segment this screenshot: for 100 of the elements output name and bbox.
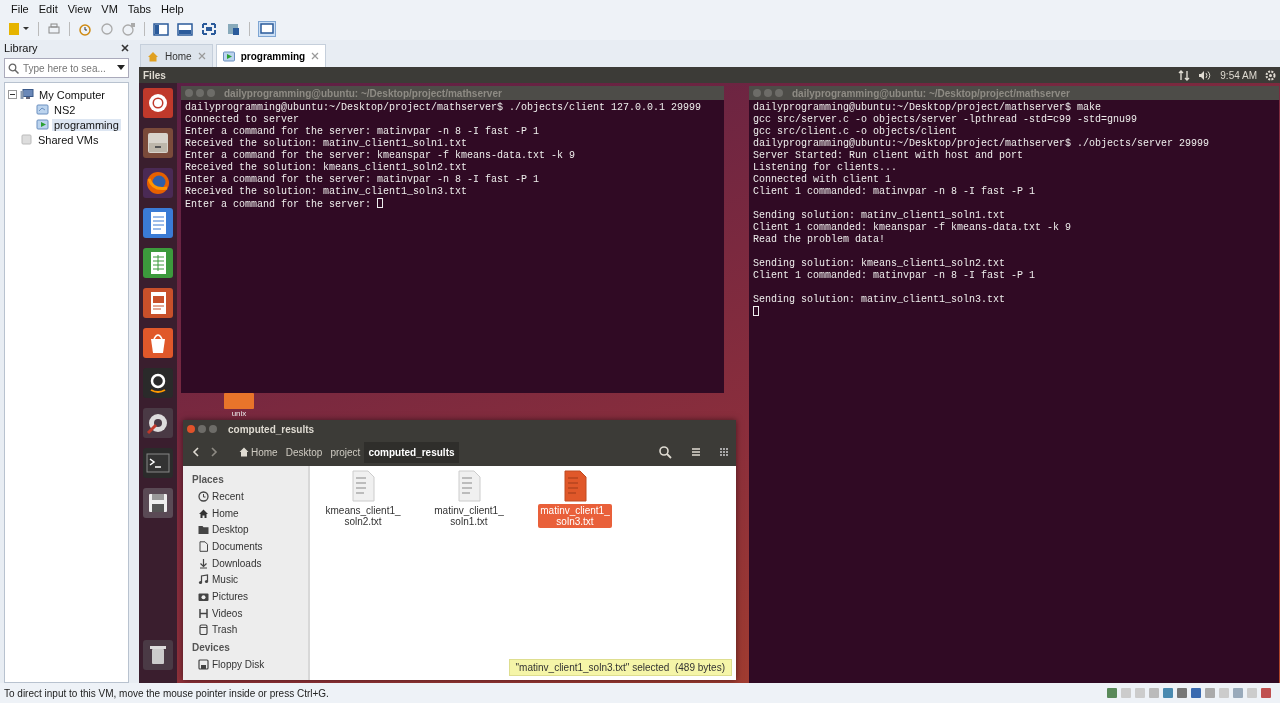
console-view-icon[interactable] — [258, 21, 276, 37]
sidebar-item[interactable]: Downloads — [212, 557, 262, 569]
menu-item[interactable]: Tabs — [122, 3, 157, 15]
file-cabinet-icon[interactable] — [142, 127, 174, 159]
thumbnail-bar-icon[interactable] — [177, 22, 193, 36]
collapse-icon[interactable] — [8, 90, 17, 99]
firefox-icon[interactable] — [142, 167, 174, 199]
sidebar-item[interactable]: Recent — [212, 490, 244, 502]
vm-running-icon — [222, 50, 235, 62]
sidebar-heading: Devices — [192, 640, 231, 655]
search-field[interactable]: Type here to sea... — [4, 58, 129, 78]
terminal-line: Received the solution: matinv_client1_soln3.txt — [185, 186, 469, 198]
sidebar-heading: Places — [192, 472, 225, 487]
document-icon[interactable] — [142, 207, 174, 239]
terminal-line: Listening for clients... — [753, 162, 899, 174]
terminal-line: Connected with client 1 — [753, 174, 893, 186]
tree-item[interactable]: NS2 — [52, 103, 78, 116]
text-cursor — [753, 306, 759, 316]
terminal-icon[interactable] — [142, 447, 174, 479]
sidebar-item[interactable]: Desktop — [212, 524, 249, 536]
sidebar-item[interactable]: Pictures — [212, 590, 249, 602]
sidebar-item[interactable]: Home — [212, 507, 239, 519]
list-view-icon[interactable] — [690, 446, 702, 458]
terminal-line: Enter a command for the server: matinvpar -n 8 -I fast -P 1 — [185, 126, 541, 138]
volume-icon[interactable] — [1198, 69, 1213, 81]
tree-item[interactable]: My Computer — [37, 88, 108, 101]
terminal-line: Connected to server — [185, 114, 301, 126]
window-title: dailyprogramming@ubuntu: ~/Desktop/project/mathserver — [224, 87, 502, 99]
menu-item[interactable]: VM — [96, 3, 123, 15]
text-file-icon[interactable] — [563, 470, 587, 502]
breadcrumb-button[interactable]: Home — [235, 441, 282, 463]
sidebar-item[interactable]: Videos — [212, 607, 243, 619]
download-icon — [198, 557, 209, 569]
terminal-line: Enter a command for the server: — [185, 199, 373, 210]
terminal-line: Read the problem data! — [753, 234, 887, 246]
breadcrumb-button[interactable]: computed_results — [364, 441, 459, 463]
desktop-icon-label[interactable]: unix — [231, 409, 247, 418]
shared-vm-icon — [20, 134, 33, 145]
terminal-line: Received the solution: matinv_client1_soln1.txt — [185, 138, 469, 150]
menu-item[interactable]: View — [62, 3, 97, 15]
ubuntu-logo-icon[interactable] — [142, 87, 174, 119]
trash-icon[interactable] — [142, 639, 174, 671]
tree-item[interactable]: Shared VMs — [36, 133, 101, 146]
file-name[interactable]: matinv_client1_soln1.txt — [432, 504, 506, 528]
network-arrows-icon[interactable] — [1178, 69, 1191, 81]
terminal-line: Sending solution: matinv_client1_soln3.txt — [753, 294, 1007, 306]
sidebar-item[interactable]: Music — [212, 574, 239, 586]
amazon-icon[interactable] — [142, 367, 174, 399]
vm-running-icon — [36, 119, 49, 130]
close-button[interactable] — [187, 425, 195, 433]
selection-status: "matinv_client1_soln3.txt" selected (489 bytes) — [508, 659, 732, 676]
shopping-bag-icon[interactable] — [142, 327, 174, 359]
tree-item[interactable]: programming — [52, 118, 121, 131]
window-title: dailyprogramming@ubuntu: ~/Desktop/project/mathserver — [792, 87, 1070, 99]
settings-icon[interactable] — [1265, 69, 1276, 81]
home-icon — [147, 50, 159, 62]
breadcrumb-button[interactable]: Desktop — [281, 441, 327, 463]
terminal-line: Sending solution: kmeans_client1_soln2.txt — [753, 258, 1007, 270]
app-menu-title: Files — [143, 69, 166, 81]
file-name[interactable]: kmeans_client1_soln2.txt — [323, 504, 403, 528]
sidebar-item[interactable]: Floppy Disk — [212, 659, 265, 671]
menu-item[interactable]: Help — [156, 3, 189, 15]
tab[interactable]: programming — [215, 44, 327, 67]
tab[interactable]: Home — [140, 44, 213, 67]
terminal-line: dailyprogramming@ubuntu:~/Desktop/project/mathserver$ ./objects/client 127.0.0.1 29999 — [185, 102, 703, 114]
trash-icon — [198, 624, 209, 636]
sidebar-view-icon[interactable] — [153, 22, 169, 36]
film-icon — [198, 607, 209, 619]
status-message: To direct input to this VM, move the mouse pointer inside or press Ctrl+G. — [4, 687, 329, 699]
text-cursor — [377, 198, 384, 208]
window-title: computed_results — [228, 423, 315, 435]
search-input[interactable]: Type here to sea... — [23, 62, 113, 74]
terminal-line: Enter a command for the server: kmeanspar -f kmeans-data.txt -k 9 — [185, 150, 577, 162]
search-icon — [8, 62, 19, 74]
menu-item[interactable]: Edit — [33, 3, 63, 15]
terminal-line: Enter a command for the server: matinvpar -n 8 -I fast -P 1 — [185, 174, 541, 186]
home-icon — [198, 507, 209, 519]
sidebar-item[interactable]: Documents — [212, 540, 263, 552]
spreadsheet-icon[interactable] — [142, 247, 174, 279]
breadcrumb-button[interactable]: project — [326, 441, 365, 463]
terminal-line: gcc src/server.c -o objects/server -lpthread -std=c99 -std=gnu99 — [753, 114, 1139, 126]
terminal-line: Received the solution: kmeans_client1_soln2.txt — [185, 162, 469, 174]
dropdown-caret-icon[interactable] — [117, 65, 125, 71]
clock-icon — [198, 490, 209, 502]
search-icon[interactable] — [658, 445, 672, 459]
sidebar-item[interactable]: Trash — [212, 624, 238, 636]
terminal-line: Client 1 commanded: kmeanspar -f kmeans-data.txt -k 9 — [753, 222, 1073, 234]
document-icon — [198, 540, 209, 552]
music-note-icon — [198, 574, 209, 586]
terminal-line: Server Started: Run client with host and port — [753, 150, 1025, 162]
vm-icon — [36, 104, 49, 115]
close-icon[interactable] — [121, 44, 129, 52]
home-icon — [239, 447, 249, 457]
menu-item[interactable]: File — [6, 3, 34, 15]
clock-time[interactable]: 9:54 AM — [1220, 69, 1257, 81]
fullscreen-icon[interactable] — [201, 22, 217, 36]
grid-view-icon[interactable] — [718, 446, 730, 458]
presentation-icon[interactable] — [142, 287, 174, 319]
panel-title: Library — [4, 42, 38, 54]
terminal-line: dailyprogramming@ubuntu:~/Desktop/project/mathserver$ ./objects/server 29999 — [753, 138, 1211, 150]
